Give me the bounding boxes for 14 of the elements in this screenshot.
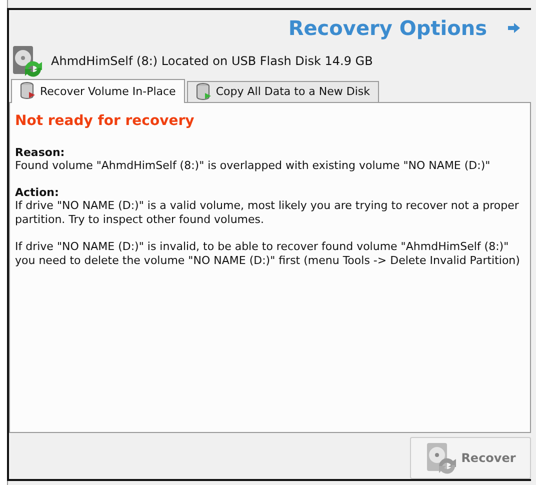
message-text: Found volume "AhmdHimSelf (8:)" is overlapped with existing volume "NO NAME (D:)" bbox=[15, 158, 492, 173]
database-icon bbox=[196, 82, 212, 101]
message-text: If drive "NO NAME (D:)" is invalid, to be able to recover found volume "AhmdHimSelf (8:)" you need to delete the volume "NO NAME (D:)" first (menu Tools -> Delete Invalid Partition) bbox=[15, 240, 521, 268]
message-text: If drive "NO NAME (D:)" is a valid volume, most likely you are trying to recover not a proper partition. Try to inspect other found volumes. bbox=[15, 198, 520, 227]
section-heading: Reason: bbox=[15, 146, 66, 159]
database-icon bbox=[20, 82, 36, 100]
window-title: Recovery Options bbox=[288, 16, 487, 40]
arrow-icon[interactable] bbox=[507, 22, 521, 34]
volume-label: AhmdHimSelf (8:) Located on USB Flash Disk 14.9 GB bbox=[51, 54, 373, 68]
section-heading: Action: bbox=[15, 186, 60, 199]
disk-icon bbox=[11, 44, 45, 78]
status-heading: Not ready for recovery bbox=[15, 112, 196, 129]
tab[interactable]: Copy All Data to a New Disk bbox=[186, 80, 380, 102]
tab[interactable]: Recover Volume In-Place bbox=[11, 78, 185, 103]
